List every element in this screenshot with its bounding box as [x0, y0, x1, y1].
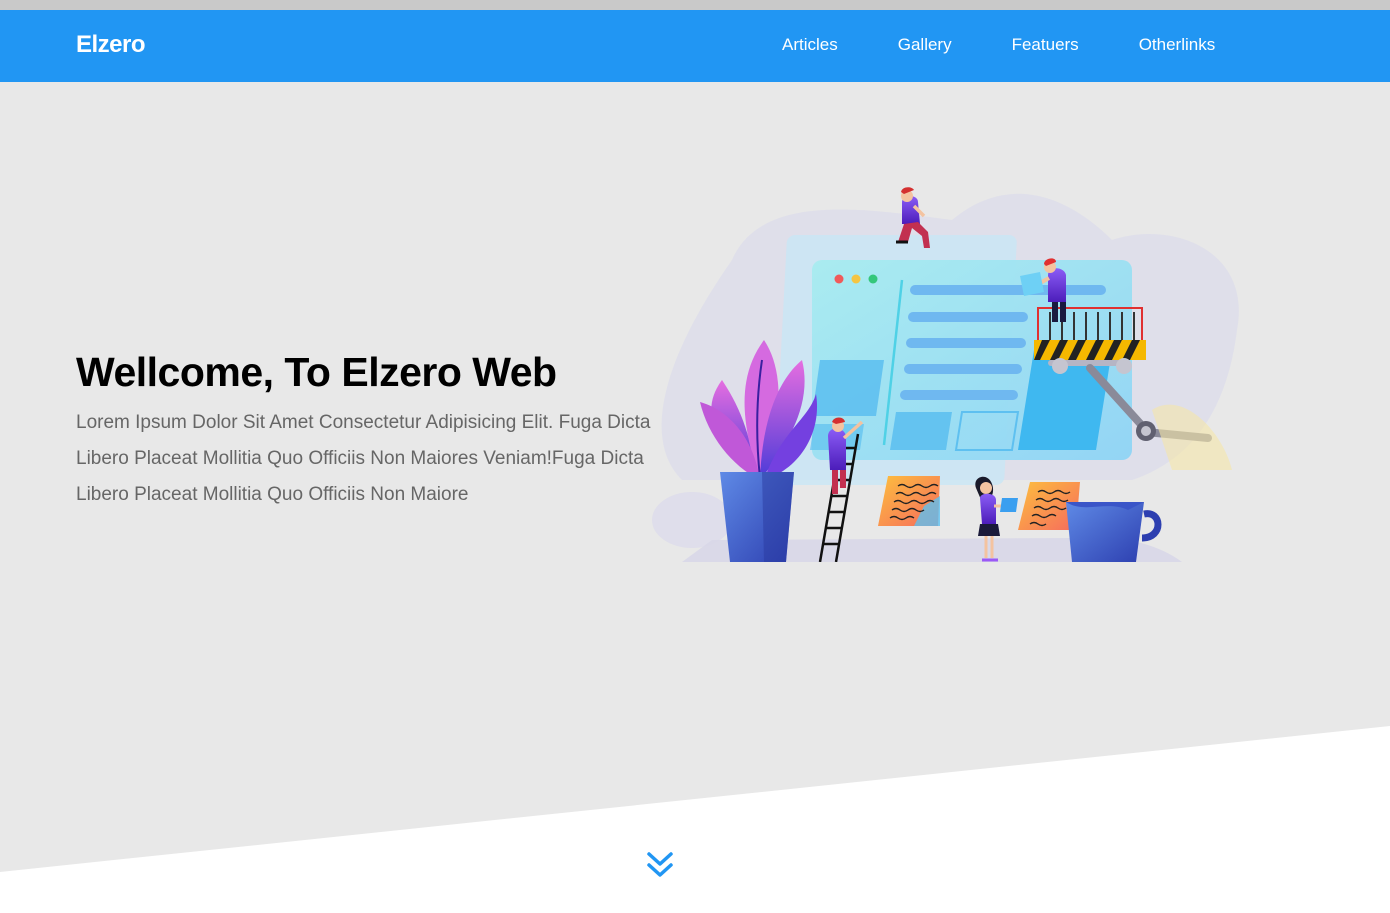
double-chevron-down-icon[interactable]: [645, 850, 675, 880]
intro-text: Wellcome, To Elzero Web Lorem Ipsum Dolo…: [76, 348, 656, 513]
browser-top-strip: [0, 0, 1390, 10]
landing-section: Wellcome, To Elzero Web Lorem Ipsum Dolo…: [0, 82, 1390, 913]
nav-link-features[interactable]: Featuers: [1012, 35, 1079, 55]
landing-description: Lorem Ipsum Dolor Sit Amet Consectetur A…: [76, 412, 651, 506]
main-nav: Articles Gallery Featuers Otherlinks: [782, 35, 1215, 55]
nav-link-otherlinks[interactable]: Otherlinks: [1139, 35, 1216, 55]
landing-title: Wellcome, To Elzero Web: [76, 349, 557, 395]
nav-link-articles[interactable]: Articles: [782, 35, 838, 55]
site-header: Elzero Articles Gallery Featuers Otherli…: [0, 10, 1390, 82]
site-logo[interactable]: Elzero: [76, 31, 146, 59]
nav-link-gallery[interactable]: Gallery: [898, 35, 952, 55]
website-building-illustration: [652, 187, 1239, 562]
